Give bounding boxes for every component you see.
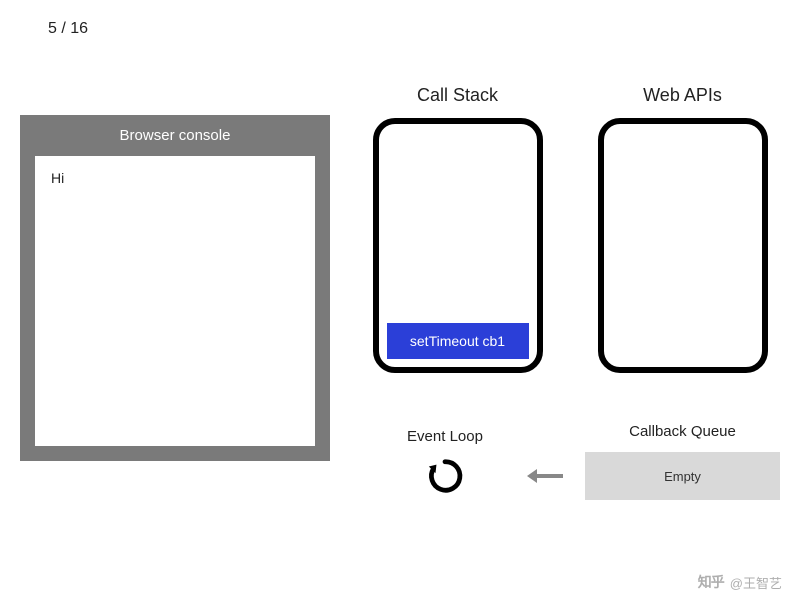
slide-separator: /	[57, 20, 70, 37]
callback-queue-content: Empty	[664, 469, 701, 484]
console-column: Browser console Hi	[20, 85, 330, 500]
web-apis-title: Web APIs	[643, 85, 722, 106]
arrow-section	[525, 466, 565, 486]
console-body: Hi	[35, 156, 315, 446]
call-stack-title: Call Stack	[417, 85, 498, 106]
browser-console: Browser console Hi	[20, 115, 330, 461]
slide-counter: 5 / 16	[48, 20, 88, 38]
console-output-line: Hi	[51, 170, 299, 186]
diagram-container: Browser console Hi Call Stack setTimeout…	[20, 85, 780, 500]
web-apis-section: Web APIs	[585, 85, 780, 373]
loop-queue-row: Event Loop Callback Queue Empty	[360, 423, 780, 500]
call-stack-section: Call Stack setTimeout cb1	[360, 85, 555, 373]
watermark-user: @王智艺	[730, 573, 782, 592]
arrow-left-icon	[525, 466, 565, 486]
watermark-brand: 知乎	[698, 572, 724, 592]
event-loop-section: Event Loop	[385, 428, 505, 495]
watermark: 知乎 @王智艺	[698, 572, 782, 592]
console-title: Browser console	[35, 115, 315, 156]
callback-queue-section: Callback Queue Empty	[585, 423, 780, 500]
callback-queue-box: Empty	[585, 452, 780, 500]
runtime-column: Call Stack setTimeout cb1 Web APIs Event…	[360, 85, 780, 500]
slide-current: 5	[48, 20, 57, 37]
call-stack-box: setTimeout cb1	[373, 118, 543, 373]
stack-frame: setTimeout cb1	[387, 323, 529, 359]
web-apis-box	[598, 118, 768, 373]
stacks-row: Call Stack setTimeout cb1 Web APIs	[360, 85, 780, 373]
callback-queue-title: Callback Queue	[585, 423, 780, 440]
slide-total: 16	[70, 20, 88, 37]
event-loop-title: Event Loop	[407, 428, 483, 445]
loop-icon	[426, 457, 464, 495]
